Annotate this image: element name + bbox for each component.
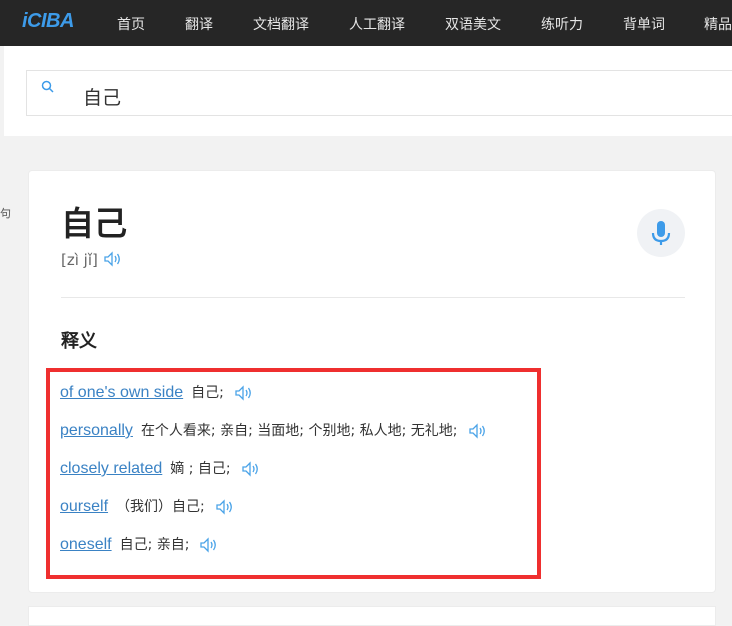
search-input[interactable]: 自己 bbox=[26, 70, 732, 116]
divider bbox=[61, 297, 685, 298]
definition-term-link[interactable]: ourself bbox=[60, 498, 108, 515]
voice-search-button[interactable] bbox=[637, 209, 685, 257]
search-query[interactable]: 自己 bbox=[83, 83, 121, 110]
definition-row: closely related 嫡 ; 自己; bbox=[60, 458, 261, 480]
definition-row: personally 在个人看来; 亲自; 当面地; 个别地; 私人地; 无礼地; bbox=[60, 420, 488, 442]
nav-item-vocabulary[interactable]: 背单词 bbox=[623, 14, 665, 34]
definition-row: of one's own side 自己; bbox=[60, 382, 254, 404]
top-nav-bar: iCIBA 首页 翻译 文档翻译 人工翻译 双语美文 练听力 背单词 精品 bbox=[0, 0, 732, 46]
nav-item-bilingual[interactable]: 双语美文 bbox=[445, 14, 501, 34]
nav-item-doc-translate[interactable]: 文档翻译 bbox=[253, 14, 309, 34]
definition-meaning: 自己; 亲自; bbox=[119, 537, 190, 553]
next-card bbox=[28, 606, 716, 626]
search-icon[interactable] bbox=[41, 80, 55, 94]
search-area: 自己 bbox=[4, 46, 732, 136]
definition-term-link[interactable]: personally bbox=[60, 422, 133, 439]
definition-row: ourself （我们）自己; bbox=[60, 496, 235, 518]
pronunciation: [zì jǐ] bbox=[61, 251, 98, 269]
nav-item-premium[interactable]: 精品 bbox=[704, 14, 732, 34]
speaker-icon[interactable] bbox=[103, 251, 123, 267]
speaker-icon[interactable] bbox=[241, 461, 261, 477]
definition-meaning: （我们）自己; bbox=[116, 499, 205, 515]
definition-term-link[interactable]: oneself bbox=[60, 536, 112, 553]
section-title-definitions: 释义 bbox=[61, 331, 97, 352]
nav-item-home[interactable]: 首页 bbox=[117, 14, 145, 34]
speaker-icon[interactable] bbox=[199, 537, 219, 553]
definition-meaning: 在个人看来; 亲自; 当面地; 个别地; 私人地; 无礼地; bbox=[140, 423, 458, 439]
nav-item-human-translate[interactable]: 人工翻译 bbox=[349, 14, 405, 34]
headword: 自己 bbox=[61, 204, 127, 243]
speaker-icon[interactable] bbox=[215, 499, 235, 515]
speaker-icon[interactable] bbox=[234, 385, 254, 401]
nav-item-listening[interactable]: 练听力 bbox=[541, 14, 583, 34]
definition-term-link[interactable]: closely related bbox=[60, 460, 162, 477]
definition-term-link[interactable]: of one's own side bbox=[60, 384, 183, 401]
microphone-icon bbox=[651, 221, 671, 245]
definition-meaning: 自己; bbox=[191, 385, 224, 401]
definition-row: oneself 自己; 亲自; bbox=[60, 534, 219, 556]
left-fragment-text: 句 bbox=[0, 207, 11, 220]
definition-meaning: 嫡 ; 自己; bbox=[170, 461, 231, 477]
speaker-icon[interactable] bbox=[468, 423, 488, 439]
site-logo[interactable]: iCIBA bbox=[22, 10, 74, 33]
nav-item-translate[interactable]: 翻译 bbox=[185, 14, 213, 34]
